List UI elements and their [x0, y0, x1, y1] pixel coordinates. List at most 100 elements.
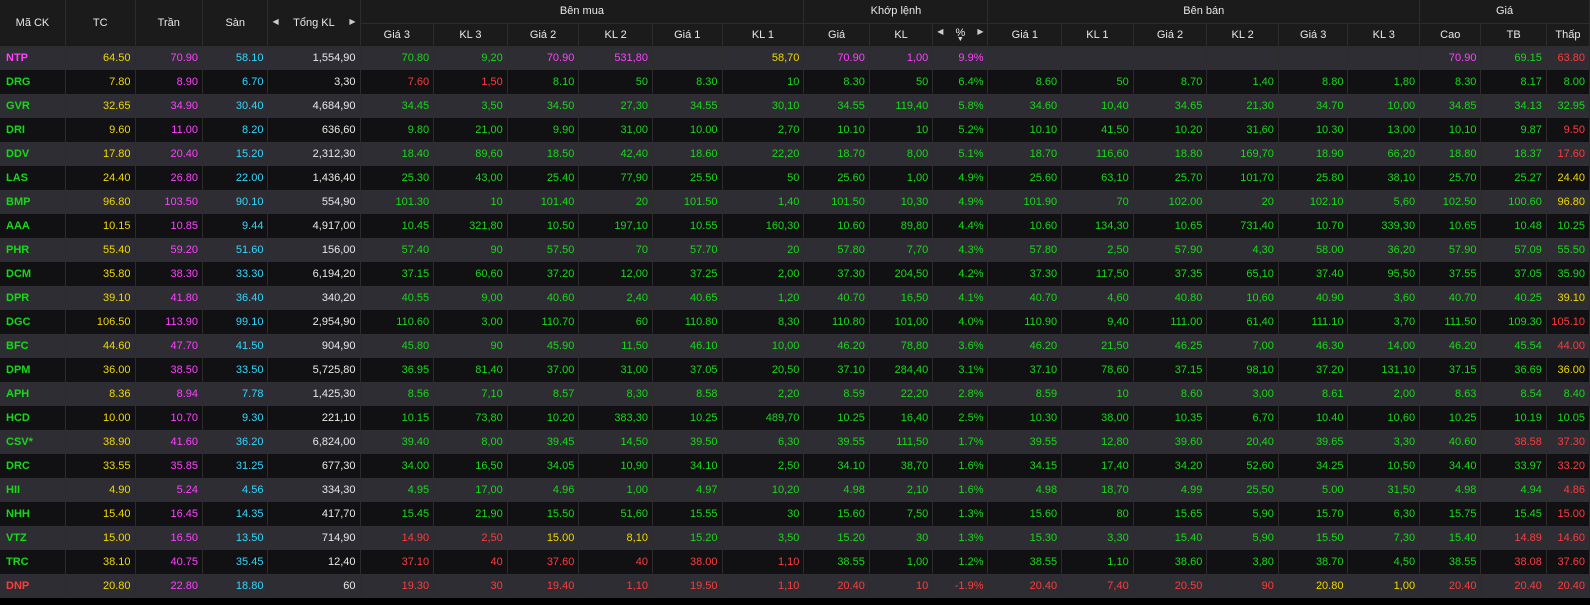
col-buy-kl1[interactable]: KL 1 [722, 23, 805, 47]
table-row[interactable]: HCD 10.00 10.70 9.30 221,10 10.15 73,80 10.20 38… [0, 406, 1590, 430]
arrow-right-icon[interactable]: ▶ [349, 17, 355, 26]
cell-symbol[interactable]: GVR [0, 94, 66, 118]
cell-buy-kl3: 10 [433, 190, 508, 214]
cell-symbol[interactable]: DNP [0, 574, 66, 598]
table-row[interactable]: PHR 55.40 59.20 51.60 156,00 57.40 90 57.50 70 57… [0, 238, 1590, 262]
col-match-kl[interactable]: KL [869, 23, 934, 47]
col-sell-kl1[interactable]: KL 1 [1061, 23, 1134, 47]
cell-symbol[interactable]: APH [0, 382, 66, 406]
arrow-right-icon[interactable]: ▶ [977, 27, 983, 36]
cell-symbol[interactable]: TRC [0, 550, 66, 574]
cell-symbol[interactable]: PHR [0, 238, 66, 262]
cell-sell-kl3: 38,10 [1347, 166, 1421, 190]
cell-symbol[interactable]: DCM [0, 262, 66, 286]
col-sell-kl3[interactable]: KL 3 [1347, 23, 1421, 47]
col-thap[interactable]: Thấp [1546, 23, 1590, 47]
col-tc[interactable]: TC [65, 0, 136, 47]
table-row[interactable]: BMP 96.80 103.50 90.10 554,90 101.30 10 101.40 2… [0, 190, 1590, 214]
cell-symbol[interactable]: DRC [0, 454, 66, 478]
cell-buy-gia3: 101.30 [360, 190, 435, 214]
col-sell-gia3[interactable]: Giá 3 [1278, 23, 1349, 47]
cell-tong-kl: 60 [267, 574, 361, 598]
cell-match-gia: 15.60 [803, 502, 870, 526]
arrow-left-icon[interactable]: ◀ [937, 27, 943, 36]
cell-symbol[interactable]: DRG [0, 70, 66, 94]
cell-symbol[interactable]: DGC [0, 310, 66, 334]
cell-symbol[interactable]: DPM [0, 358, 66, 382]
table-row[interactable]: DGC 106.50 113.90 99.10 2,954,90 110.60 3,00 11… [0, 310, 1590, 334]
col-buy-gia1[interactable]: Giá 1 [652, 23, 723, 47]
col-sell-gia1[interactable]: Giá 1 [987, 23, 1063, 47]
cell-symbol[interactable]: BMP [0, 190, 66, 214]
cell-symbol[interactable]: BFC [0, 334, 66, 358]
cell-match-pct: 4.9% [932, 166, 989, 190]
cell-buy-kl3: 1,50 [433, 70, 508, 94]
cell-buy-gia1: 37.25 [652, 262, 723, 286]
col-buy-kl2[interactable]: KL 2 [578, 23, 653, 47]
table-row[interactable]: DPR 39.10 41.80 36.40 340,20 40.55 9,00 40.60 2,… [0, 286, 1590, 310]
cell-sell-gia3: 111.10 [1278, 310, 1349, 334]
cell-cao: 34.40 [1419, 454, 1482, 478]
col-match-gia[interactable]: Giá [803, 23, 870, 47]
table-row[interactable]: BFC 44.60 47.70 41.50 904,90 45.80 90 45.90 11,5… [0, 334, 1590, 358]
sort-desc-icon[interactable]: ▼ [937, 36, 983, 43]
table-row[interactable]: DDV 17.80 20.40 15.20 2,312,30 18.40 89,60 18.5… [0, 142, 1590, 166]
cell-tc: 96.80 [65, 190, 136, 214]
col-buy-kl3[interactable]: KL 3 [433, 23, 508, 47]
cell-symbol[interactable]: AAA [0, 214, 66, 238]
cell-symbol[interactable]: LAS [0, 166, 66, 190]
col-tong-kl[interactable]: ◀ Tổng KL ▶ [267, 0, 361, 47]
col-sell-kl2[interactable]: KL 2 [1206, 23, 1279, 47]
cell-symbol[interactable]: DPR [0, 286, 66, 310]
cell-tc: 4.90 [65, 478, 136, 502]
cell-match-gia: 25.60 [803, 166, 870, 190]
table-row[interactable]: TRC 38.10 40.75 35.45 12,40 37.10 40 37.60 40 38.… [0, 550, 1590, 574]
col-buy-gia2[interactable]: Giá 2 [507, 23, 580, 47]
cell-symbol[interactable]: DDV [0, 142, 66, 166]
table-row[interactable]: DRC 33.55 35.85 31.25 677,30 34.00 16,50 34.05 1… [0, 454, 1590, 478]
table-row[interactable]: GVR 32.65 34.90 30.40 4,684,90 34.45 3,50 34.50… [0, 94, 1590, 118]
cell-tc: 10.00 [65, 406, 136, 430]
col-cao[interactable]: Cao [1419, 23, 1482, 47]
table-row[interactable]: CSV* 38.90 41.60 36.20 6,824,00 39.40 8,00 39.4… [0, 430, 1590, 454]
table-row[interactable]: APH 8.36 8.94 7.78 1,425,30 8.56 7,10 8.57 8,30 8… [0, 382, 1590, 406]
cell-symbol[interactable]: CSV* [0, 430, 66, 454]
cell-cao: 37.55 [1419, 262, 1482, 286]
table-row[interactable]: DRG 7.80 8.90 6.70 3,30 7.60 1,50 8.10 50 8.30 10 8… [0, 70, 1590, 94]
table-row[interactable]: AAA 10.15 10.85 9.44 4,917,00 10.45 321,80 10.5… [0, 214, 1590, 238]
col-tb[interactable]: TB [1480, 23, 1547, 47]
table-row[interactable]: DCM 35.80 38.30 33.30 6,194,20 37.15 60,60 37.2… [0, 262, 1590, 286]
cell-symbol[interactable]: NHH [0, 502, 66, 526]
arrow-left-icon[interactable]: ◀ [272, 17, 278, 26]
table-row[interactable]: VTZ 15.00 16.50 13.50 714,90 14.90 2,50 15.00 8,… [0, 526, 1590, 550]
table-row[interactable]: LAS 24.40 26.80 22.00 1,436,40 25.30 43,00 25.4… [0, 166, 1590, 190]
col-ma-ck[interactable]: Mã CK [0, 0, 66, 47]
cell-tran: 38.50 [135, 358, 203, 382]
cell-buy-kl1: 2,20 [722, 382, 805, 406]
table-row[interactable]: DRI 9.60 11.00 8.20 636,60 9.80 21,00 9.90 31,00… [0, 118, 1590, 142]
table-row[interactable]: DNP 20.80 22.80 18.80 60 19.30 30 19.40 1,10 19.5… [0, 574, 1590, 598]
col-tran[interactable]: Trần [135, 0, 203, 47]
cell-symbol[interactable]: VTZ [0, 526, 66, 550]
table-row[interactable]: NTP 64.50 70.90 58.10 1,554,90 70.80 9,20 70.90… [0, 46, 1590, 70]
col-sell-gia2[interactable]: Giá 2 [1133, 23, 1208, 47]
cell-symbol[interactable]: DRI [0, 118, 66, 142]
cell-symbol[interactable]: HII [0, 478, 66, 502]
table-row[interactable]: DPM 36.00 38.50 33.50 5,725,80 36.95 81,40 37.0… [0, 358, 1590, 382]
col-buy-gia3[interactable]: Giá 3 [360, 23, 435, 47]
cell-symbol[interactable]: HCD [0, 406, 66, 430]
table-row[interactable]: NHH 15.40 16.45 14.35 417,70 15.45 21,90 15.50 5… [0, 502, 1590, 526]
cell-match-pct: 9.9% [932, 46, 989, 70]
cell-buy-gia2: 39.45 [507, 430, 580, 454]
cell-san: 9.44 [202, 214, 269, 238]
cell-buy-gia1: 110.80 [652, 310, 723, 334]
cell-tong-kl: 904,90 [267, 334, 361, 358]
cell-buy-kl1: 10 [722, 70, 805, 94]
cell-symbol[interactable]: NTP [0, 46, 66, 70]
cell-thap: 44.00 [1546, 334, 1590, 358]
table-row[interactable]: HII 4.90 5.24 4.56 334,30 4.95 17,00 4.96 1,00 4.… [0, 478, 1590, 502]
col-san[interactable]: Sàn [202, 0, 269, 47]
cell-sell-kl2 [1206, 46, 1279, 70]
col-match-pct[interactable]: ◀ % ▶ ▼ [932, 23, 989, 47]
cell-buy-kl2: 197,10 [578, 214, 653, 238]
